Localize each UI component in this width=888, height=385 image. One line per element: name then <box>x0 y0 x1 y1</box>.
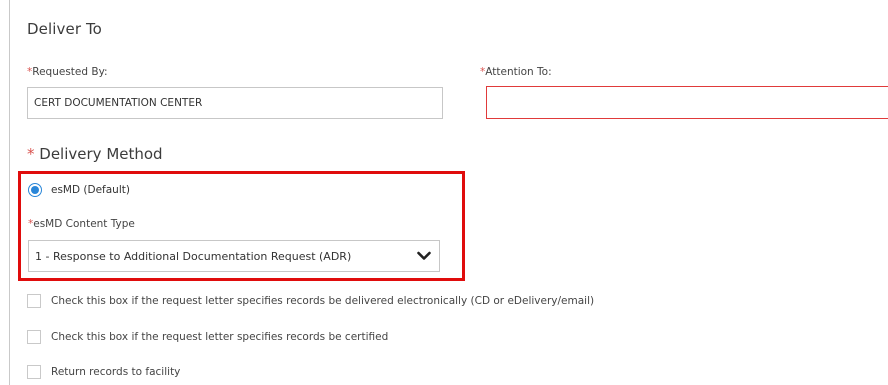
requested-by-label: Requested By: <box>32 66 108 78</box>
attention-to-label: Attention To: <box>485 66 552 78</box>
checkbox-delivered-electronically[interactable] <box>27 294 41 308</box>
checkbox-row-certified[interactable]: Check this box if the request letter spe… <box>27 330 388 344</box>
checkbox-certified[interactable] <box>27 330 41 344</box>
required-marker: * <box>27 145 35 163</box>
checkbox-row-return-records[interactable]: Return records to facility <box>27 365 180 379</box>
checkbox-label-delivered-electronically: Check this box if the request letter spe… <box>51 295 595 307</box>
esmd-content-type-label-row: *esMD Content Type <box>28 218 135 230</box>
requested-by-label-row: *Requested By: <box>27 66 108 78</box>
checkbox-label-certified: Check this box if the request letter spe… <box>51 331 389 343</box>
radio-esmd-default[interactable]: esMD (Default) <box>28 183 130 197</box>
requested-by-input[interactable]: CERT DOCUMENTATION CENTER <box>27 87 443 119</box>
checkbox-label-return-records: Return records to facility <box>51 366 181 378</box>
delivery-method-title: Delivery Method <box>39 145 163 163</box>
attention-to-label-row: *Attention To: <box>480 66 552 78</box>
left-divider <box>9 0 10 385</box>
section-title-deliver-to: Deliver To <box>27 20 102 38</box>
chevron-down-icon[interactable] <box>415 247 433 265</box>
attention-to-input[interactable] <box>486 86 888 119</box>
radio-button-icon[interactable] <box>28 183 42 197</box>
delivery-method-title-row: * Delivery Method <box>27 145 163 163</box>
radio-selected-dot <box>31 186 39 194</box>
esmd-content-type-value: 1 - Response to Additional Documentation… <box>35 249 352 263</box>
esmd-content-type-select[interactable]: 1 - Response to Additional Documentation… <box>28 240 440 272</box>
checkbox-row-delivered-electronically[interactable]: Check this box if the request letter spe… <box>27 294 594 308</box>
esmd-content-type-label: esMD Content Type <box>33 218 135 230</box>
radio-esmd-label: esMD (Default) <box>51 184 130 196</box>
checkbox-return-records[interactable] <box>27 365 41 379</box>
